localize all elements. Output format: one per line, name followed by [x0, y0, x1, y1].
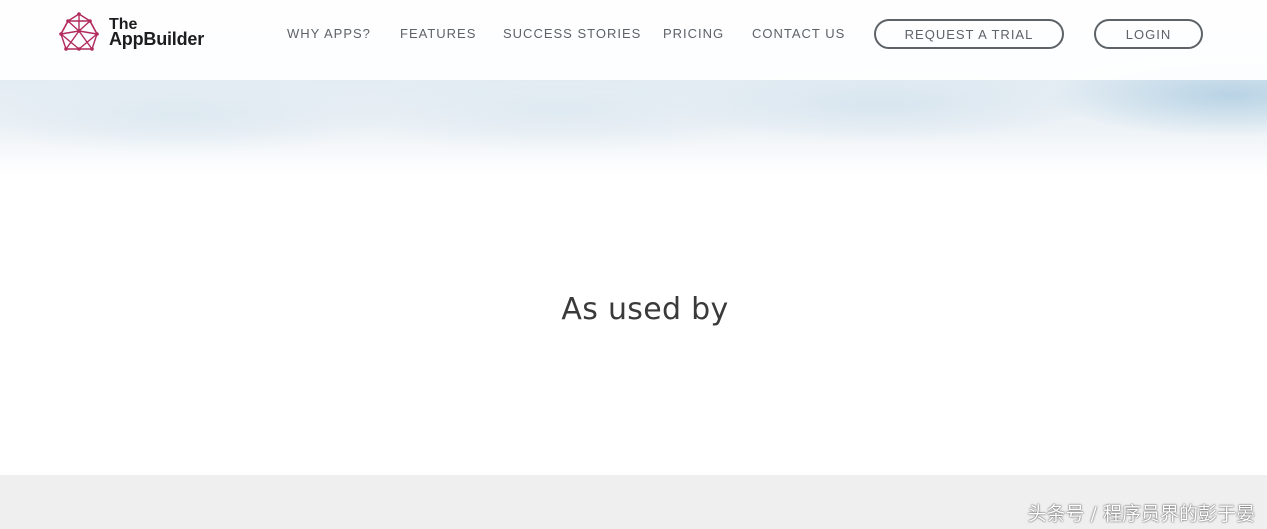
- login-button[interactable]: LOGIN: [1094, 19, 1203, 49]
- request-trial-button[interactable]: REQUEST A TRIAL: [874, 19, 1064, 49]
- site-header: The AppBuilder WHY APPS? FEATURES SUCCES…: [0, 0, 1267, 80]
- nav-item-features[interactable]: FEATURES: [400, 26, 476, 41]
- watermark-text: 头条号 / 程序员界的彭于晏: [1027, 503, 1255, 525]
- nav-item-success-stories[interactable]: SUCCESS STORIES: [503, 26, 641, 41]
- main-nav: WHY APPS? FEATURES SUCCESS STORIES PRICI…: [0, 26, 1267, 42]
- nav-item-contact-us[interactable]: CONTACT US: [752, 26, 845, 41]
- page: The AppBuilder WHY APPS? FEATURES SUCCES…: [0, 0, 1267, 529]
- nav-item-pricing[interactable]: PRICING: [663, 26, 724, 41]
- as-used-by-heading: As used by: [561, 292, 729, 327]
- nav-item-why-apps[interactable]: WHY APPS?: [287, 26, 371, 41]
